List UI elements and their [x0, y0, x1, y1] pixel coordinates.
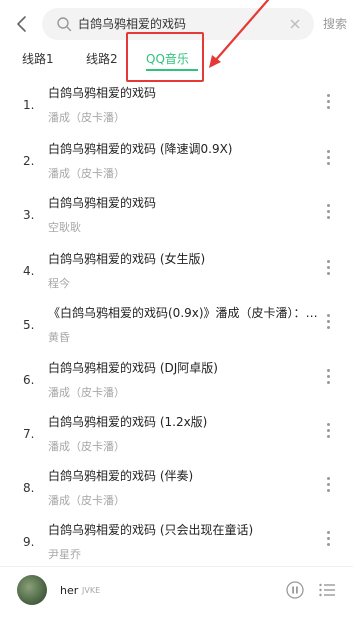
- more-options-icon[interactable]: [325, 94, 331, 112]
- song-title: 白鸽乌鸦相爱的戏码 (1.2x版): [48, 415, 208, 429]
- song-artist: 程今: [48, 277, 70, 290]
- song-index: 6.: [23, 373, 35, 387]
- song-index: 7.: [23, 427, 35, 441]
- song-index: 4.: [23, 264, 35, 278]
- song-index: 9.: [23, 535, 35, 549]
- annotation-highlight-box: [126, 32, 204, 82]
- more-options-icon[interactable]: [325, 204, 331, 222]
- song-index: 1.: [23, 98, 35, 112]
- bottom-spacer: [0, 622, 353, 629]
- song-title: 白鸽乌鸦相爱的戏码: [48, 196, 157, 210]
- song-index: 8.: [23, 481, 35, 495]
- more-options-icon[interactable]: [325, 423, 331, 441]
- song-row[interactable]: 8. 白鸽乌鸦相爱的戏码 (伴奏) 潘成（皮卡潘）: [0, 463, 353, 517]
- mini-player[interactable]: her JVKE: [0, 566, 353, 616]
- more-options-icon[interactable]: [325, 150, 331, 168]
- search-button[interactable]: 搜索: [323, 15, 347, 32]
- more-options-icon[interactable]: [325, 314, 331, 332]
- more-options-icon[interactable]: [325, 369, 331, 387]
- song-title: 白鸽乌鸦相爱的戏码 (DJ阿卓版): [48, 361, 218, 375]
- song-index: 5.: [23, 318, 35, 332]
- tab-route-1[interactable]: 线路1: [22, 50, 54, 67]
- now-playing-title: her: [60, 584, 79, 597]
- more-options-icon[interactable]: [325, 260, 331, 278]
- song-artist: 尹星乔: [48, 548, 81, 561]
- tab-route-2[interactable]: 线路2: [86, 50, 118, 67]
- song-row[interactable]: 6. 白鸽乌鸦相爱的戏码 (DJ阿卓版) 潘成（皮卡潘）: [0, 355, 353, 409]
- song-title: 白鸽乌鸦相爱的戏码 (女生版): [48, 252, 206, 266]
- song-index: 3.: [23, 208, 35, 222]
- song-artist: 黄昏: [48, 331, 70, 344]
- song-title: 白鸽乌鸦相爱的戏码 (伴奏): [48, 469, 194, 483]
- song-row[interactable]: 2. 白鸽乌鸦相爱的戏码 (降速调0.9X) 潘成（皮卡潘）: [0, 136, 353, 190]
- song-artist: 潘成（皮卡潘）: [48, 386, 125, 399]
- album-art[interactable]: [17, 575, 47, 605]
- song-row[interactable]: 1. 白鸽乌鸦相爱的戏码 潘成（皮卡潘）: [0, 80, 353, 134]
- pause-icon[interactable]: [286, 581, 304, 599]
- now-playing-artist: JVKE: [82, 586, 101, 595]
- song-index: 2.: [23, 154, 35, 168]
- song-artist: 潘成（皮卡潘）: [48, 167, 125, 180]
- song-artist: 潘成（皮卡潘）: [48, 494, 125, 507]
- more-options-icon[interactable]: [325, 531, 331, 549]
- song-artist: 潘成（皮卡潘）: [48, 440, 125, 453]
- song-row[interactable]: 7. 白鸽乌鸦相爱的戏码 (1.2x版) 潘成（皮卡潘）: [0, 409, 353, 463]
- clear-icon[interactable]: [288, 17, 302, 31]
- search-icon: [57, 17, 72, 32]
- song-artist: 空耿耿: [48, 221, 81, 234]
- song-row[interactable]: 5. 《白鸽乌鸦相爱的戏码(0.9x)》潘成（皮卡潘）：白鸽… 黄昏: [0, 300, 353, 354]
- song-row[interactable]: 3. 白鸽乌鸦相爱的戏码 空耿耿: [0, 190, 353, 244]
- song-row[interactable]: 4. 白鸽乌鸦相爱的戏码 (女生版) 程今: [0, 246, 353, 300]
- song-title: 《白鸽乌鸦相爱的戏码(0.9x)》潘成（皮卡潘）：白鸽…: [48, 306, 320, 320]
- back-icon[interactable]: [14, 14, 32, 34]
- song-title: 白鸽乌鸦相爱的戏码 (降速调0.9X): [48, 142, 233, 156]
- song-title: 白鸽乌鸦相爱的戏码: [48, 86, 157, 100]
- song-artist: 潘成（皮卡潘）: [48, 111, 125, 124]
- song-title: 白鸽乌鸦相爱的戏码 (只会出现在童话): [48, 523, 254, 537]
- song-row[interactable]: 9. 白鸽乌鸦相爱的戏码 (只会出现在童话) 尹星乔: [0, 517, 353, 571]
- playlist-icon[interactable]: [318, 581, 336, 599]
- search-query: 白鸽乌鸦相爱的戏码: [78, 17, 187, 31]
- more-options-icon[interactable]: [325, 477, 331, 495]
